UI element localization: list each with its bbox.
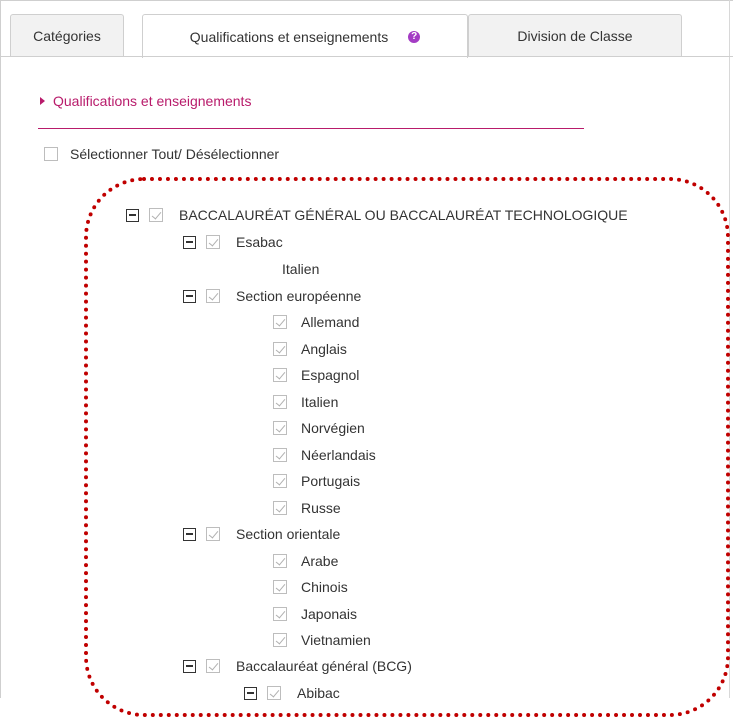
tree-label: Néerlandais <box>301 447 376 463</box>
collapse-icon[interactable] <box>183 235 196 249</box>
tree-checkbox[interactable] <box>273 633 287 647</box>
tree-label: Section orientale <box>236 526 341 542</box>
tree-checkbox[interactable] <box>273 342 287 356</box>
tree-node-bcg: Baccalauréat général (BCG) <box>183 655 412 677</box>
tree-label: Arabe <box>301 553 339 569</box>
tree-checkbox[interactable] <box>273 501 287 515</box>
select-all-checkbox[interactable] <box>44 147 58 161</box>
tab-label: Division de Classe <box>517 28 633 44</box>
tree-checkbox[interactable] <box>206 289 220 303</box>
select-all-label: Sélectionner Tout/ Désélectionner <box>70 146 280 162</box>
collapse-icon[interactable] <box>183 659 196 673</box>
caret-right-icon <box>40 97 45 105</box>
tree-label: BACCALAURÉAT GÉNÉRAL OU BACCALAURÉAT TEC… <box>179 207 628 223</box>
tree-checkbox[interactable] <box>273 448 287 462</box>
tab-qualifications[interactable]: Qualifications et enseignements ? <box>142 14 468 58</box>
tree-label: Allemand <box>301 314 360 330</box>
right-divider <box>729 0 730 698</box>
tree-label: Italien <box>301 394 339 410</box>
tab-division-classe[interactable]: Division de Classe <box>468 14 682 57</box>
tree-node-esabac: Esabac <box>183 231 283 253</box>
list-item: Chinois <box>273 576 348 598</box>
list-item: Norvégien <box>273 417 365 439</box>
tree-label: Baccalauréat général (BCG) <box>236 658 412 674</box>
tree-label: Vietnamien <box>301 632 371 648</box>
tree-checkbox[interactable] <box>273 368 287 382</box>
list-item: Allemand <box>273 311 359 333</box>
tree-checkbox[interactable] <box>273 315 287 329</box>
tree-checkbox[interactable] <box>273 554 287 568</box>
tab-label: Qualifications et enseignements <box>189 28 389 45</box>
tree-checkbox[interactable] <box>149 208 163 222</box>
tree-label: Section européenne <box>236 288 362 304</box>
tree-label: Portugais <box>301 473 361 489</box>
tree-label: Norvégien <box>301 420 365 436</box>
list-item: Italien <box>273 391 338 413</box>
tree-checkbox[interactable] <box>206 527 220 541</box>
list-item: Arabe <box>273 550 338 572</box>
tree-label: Espagnol <box>301 367 360 383</box>
section-divider <box>38 128 584 129</box>
collapse-icon[interactable] <box>183 289 196 303</box>
tree-checkbox[interactable] <box>273 421 287 435</box>
list-item: Anglais <box>273 338 347 360</box>
tree-checkbox[interactable] <box>273 395 287 409</box>
list-item: Russe <box>273 497 341 519</box>
tree-checkbox[interactable] <box>206 235 220 249</box>
help-circle-icon[interactable]: ? <box>408 30 421 43</box>
tree-node-orientale: Section orientale <box>183 523 340 545</box>
tab-label: Catégories <box>33 28 101 44</box>
tree-label: Chinois <box>301 579 348 595</box>
tree-label: Russe <box>301 500 341 516</box>
section-header[interactable]: Qualifications et enseignements <box>40 93 251 109</box>
list-item: Néerlandais <box>273 444 376 466</box>
tree-node-europeenne: Section européenne <box>183 285 361 307</box>
tree-node-root: BACCALAURÉAT GÉNÉRAL OU BACCALAURÉAT TEC… <box>126 204 628 226</box>
list-item: Vietnamien <box>273 629 371 651</box>
tree-label: Abibac <box>297 685 340 701</box>
tree-label: Anglais <box>301 341 347 357</box>
tree-label: Japonais <box>301 606 358 622</box>
tab-underline <box>0 56 733 57</box>
tab-bar: Catégories Qualifications et enseignemen… <box>6 0 726 58</box>
qualifications-panel: Catégories Qualifications et enseignemen… <box>0 0 733 717</box>
tree-checkbox[interactable] <box>206 659 220 673</box>
collapse-icon[interactable] <box>126 208 139 222</box>
list-item: Espagnol <box>273 364 359 386</box>
tree-node-esabac-italien: Italien <box>282 258 319 280</box>
tree-checkbox[interactable] <box>273 607 287 621</box>
tree-checkbox[interactable] <box>273 580 287 594</box>
tree-checkbox[interactable] <box>273 474 287 488</box>
select-all-control[interactable]: Sélectionner Tout/ Désélectionner <box>44 146 279 162</box>
list-item: Portugais <box>273 470 360 492</box>
collapse-icon[interactable] <box>183 527 196 541</box>
list-item: Japonais <box>273 603 357 625</box>
tree-label: Esabac <box>236 234 283 250</box>
tree-label: Italien <box>282 261 320 277</box>
section-title: Qualifications et enseignements <box>53 93 252 109</box>
tree-node-abibac: Abibac <box>244 682 340 704</box>
tab-categories[interactable]: Catégories <box>10 14 124 57</box>
